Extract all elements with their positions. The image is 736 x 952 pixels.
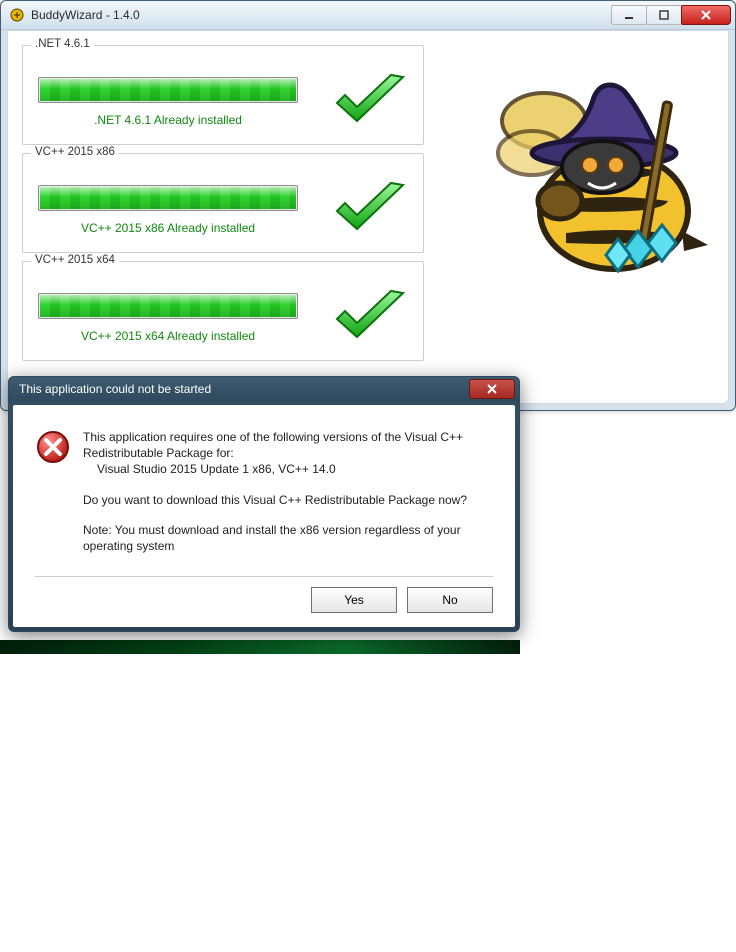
dialog-close-button[interactable] [469, 379, 515, 399]
dialog-message-line3: Note: You must download and install the … [83, 522, 493, 554]
status-text: VC++ 2015 x86 Already installed [81, 221, 255, 235]
dialog-message-line1: This application requires one of the fol… [83, 430, 463, 460]
titlebar[interactable]: BuddyWizard - 1.4.0 [1, 1, 735, 30]
progress-bar [38, 293, 298, 319]
dialog-titlebar[interactable]: This application could not be started [9, 377, 519, 401]
status-text: .NET 4.6.1 Already installed [94, 113, 242, 127]
checkmark-icon [329, 177, 411, 244]
dialog-client: This application requires one of the fol… [13, 405, 515, 627]
error-icon [35, 429, 71, 465]
group-title: VC++ 2015 x64 [31, 254, 119, 266]
no-button[interactable]: No [407, 587, 493, 613]
error-dialog: This application could not be started [8, 376, 520, 632]
main-client-area: .NET 4.6.1 .NET 4.6.1 Already installed [7, 30, 729, 404]
checkmark-icon [329, 69, 411, 136]
window-title: BuddyWizard - 1.4.0 [31, 8, 140, 22]
group-vc2015x64: VC++ 2015 x64 VC++ 2015 x64 Already inst… [22, 261, 424, 361]
minimize-button[interactable] [611, 5, 647, 25]
yes-button[interactable]: Yes [311, 587, 397, 613]
group-title: VC++ 2015 x86 [31, 146, 119, 158]
status-text: VC++ 2015 x64 Already installed [81, 329, 255, 343]
dialog-message-line1b: Visual Studio 2015 Update 1 x86, VC++ 14… [97, 462, 336, 476]
background-strip [0, 640, 520, 654]
group-vc2015x86: VC++ 2015 x86 VC++ 2015 x86 Already inst… [22, 153, 424, 253]
checkmark-icon [329, 285, 411, 352]
progress-bar [38, 185, 298, 211]
dialog-title: This application could not be started [19, 382, 211, 396]
progress-bar [38, 77, 298, 103]
dialog-message-line2: Do you want to download this Visual C++ … [83, 492, 493, 508]
maximize-button[interactable] [646, 5, 682, 25]
app-icon [9, 7, 25, 23]
wizard-bee-image [474, 61, 714, 301]
close-button[interactable] [681, 5, 731, 25]
group-title: .NET 4.6.1 [31, 38, 94, 50]
group-dotnet: .NET 4.6.1 .NET 4.6.1 Already installed [22, 45, 424, 145]
main-window: BuddyWizard - 1.4.0 .NET 4.6.1 [0, 0, 736, 411]
